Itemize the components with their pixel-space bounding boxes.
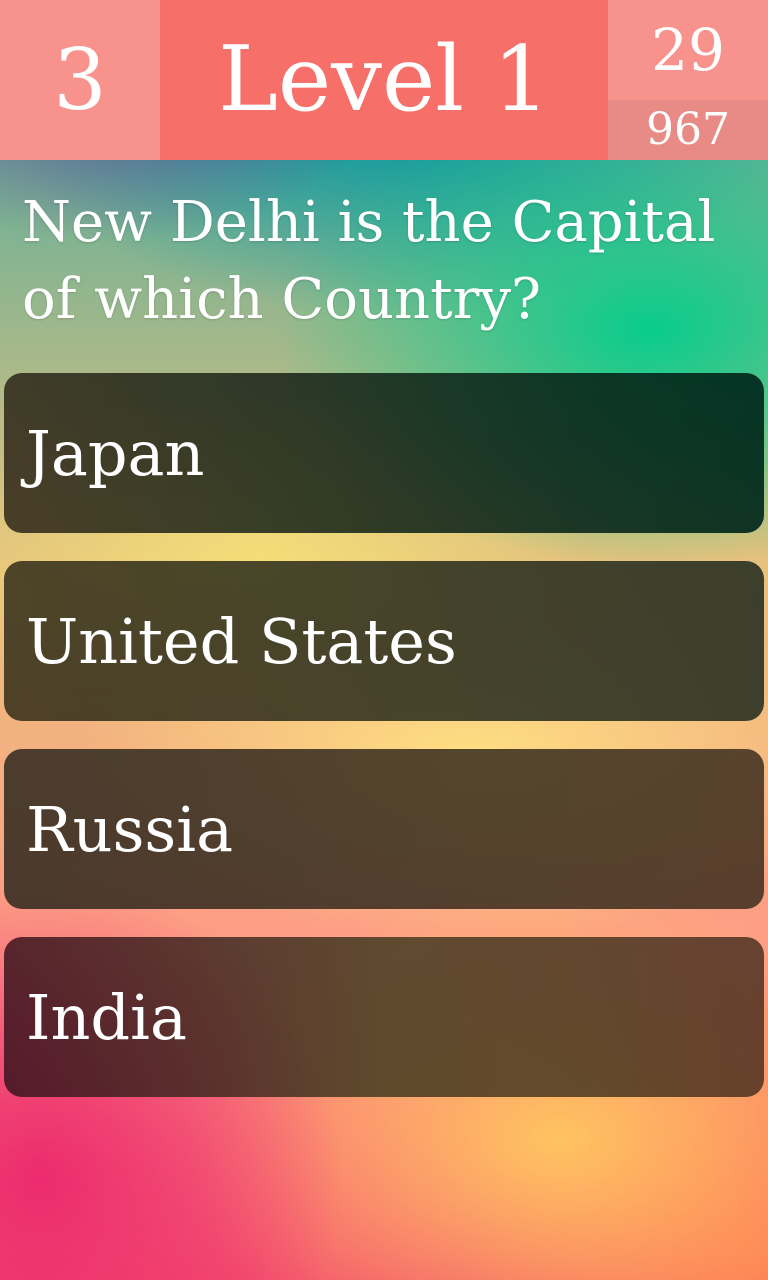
answer-option-japan[interactable]: Japan xyxy=(4,373,764,533)
answer-label: Russia xyxy=(26,792,234,866)
lives-counter: 3 xyxy=(0,0,160,160)
timer-counter: 29 xyxy=(608,0,768,100)
answer-option-united-states[interactable]: United States xyxy=(4,561,764,721)
answer-label: United States xyxy=(26,604,457,678)
answer-option-russia[interactable]: Russia xyxy=(4,749,764,909)
score-counter: 967 xyxy=(608,100,768,160)
answer-label: Japan xyxy=(26,416,205,490)
answer-option-india[interactable]: India xyxy=(4,937,764,1097)
question-text: New Delhi is the Capital of which Countr… xyxy=(22,190,716,332)
level-title: Level 1 xyxy=(160,0,608,160)
top-bar: 3 Level 1 29 967 xyxy=(0,0,768,160)
answer-label: India xyxy=(26,980,187,1054)
